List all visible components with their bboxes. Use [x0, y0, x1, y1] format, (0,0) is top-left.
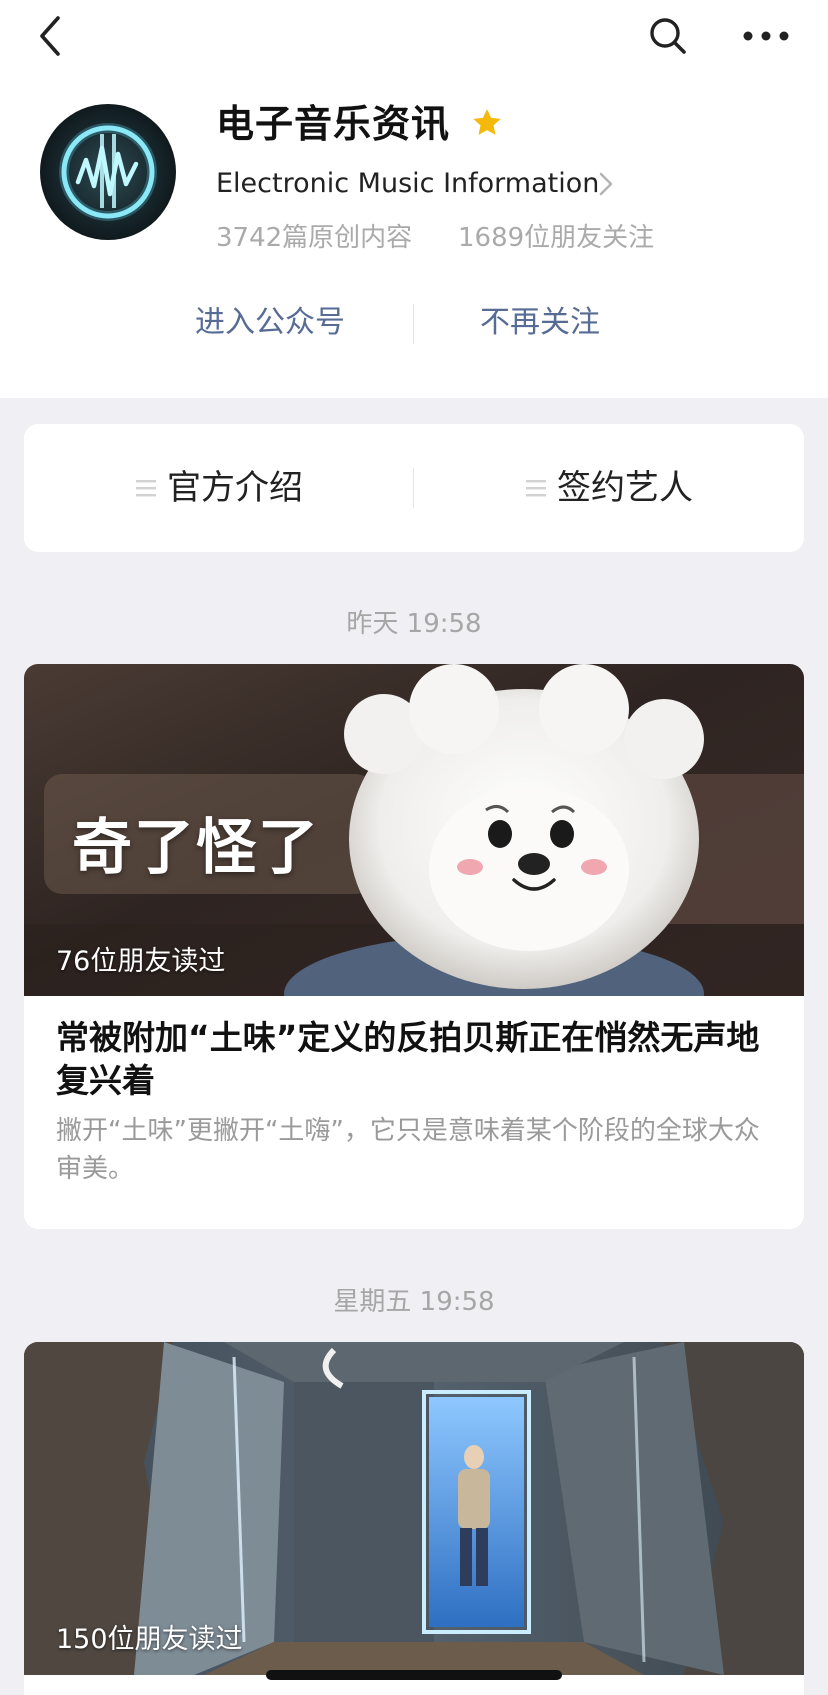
star-icon [470, 106, 504, 140]
menu-lines-icon [525, 478, 547, 498]
menu-item-signed-artists[interactable]: 签约艺人 [414, 424, 804, 552]
article-summary: 撇开“土味”更撇开“土嗨”，它只是意味着某个阶段的全球大众审美。 [56, 1116, 760, 1184]
chevron-right-icon[interactable] [596, 170, 616, 198]
friends-read-count: 150位朋友读过 [56, 1624, 243, 1655]
account-menu-card: 官方介绍 签约艺人 [24, 424, 804, 552]
menu-item-label: 签约艺人 [557, 468, 693, 508]
account-subtitle[interactable]: Electronic Music Information [216, 166, 599, 202]
action-divider [413, 304, 414, 344]
home-indicator[interactable] [266, 1670, 562, 1680]
account-name: 电子音乐资讯 [216, 102, 451, 146]
friends-read-count: 76位朋友读过 [56, 946, 226, 977]
back-icon[interactable] [36, 14, 70, 58]
menu-item-label: 官方介绍 [167, 468, 303, 508]
original-content-count: 3742篇原创内容 [216, 223, 413, 253]
more-icon[interactable] [740, 14, 792, 58]
article-card[interactable]: 150位朋友读过 [24, 1342, 804, 1695]
account-profile-header: 电子音乐资讯 Electronic Music Information 3742… [0, 0, 828, 398]
enter-account-button[interactable]: 进入公众号 [170, 300, 370, 346]
cover-overlay-text: 奇了怪了 [72, 813, 320, 883]
friends-following-count: 1689位朋友关注 [458, 223, 655, 253]
article-title[interactable]: 常被附加“土味”定义的反拍贝斯正在悄然无声地复兴着 [56, 1016, 776, 1102]
menu-item-official-intro[interactable]: 官方介绍 [24, 424, 414, 552]
unfollow-button[interactable]: 不再关注 [440, 300, 640, 346]
menu-lines-icon [135, 478, 157, 498]
article-timestamp: 星期五 19:58 [333, 1287, 495, 1317]
search-icon[interactable] [646, 14, 690, 58]
account-avatar[interactable] [40, 104, 176, 240]
article-card[interactable]: 奇了怪了 76位朋友读过 常被附加“土味”定义的反拍贝斯正在悄然无声地复兴着 撇… [24, 664, 804, 1229]
article-timestamp: 昨天 19:58 [346, 609, 482, 639]
article-cover-image: 奇了怪了 76位朋友读过 [24, 664, 804, 1054]
article-cover-image: 150位朋友读过 [24, 1342, 804, 1675]
